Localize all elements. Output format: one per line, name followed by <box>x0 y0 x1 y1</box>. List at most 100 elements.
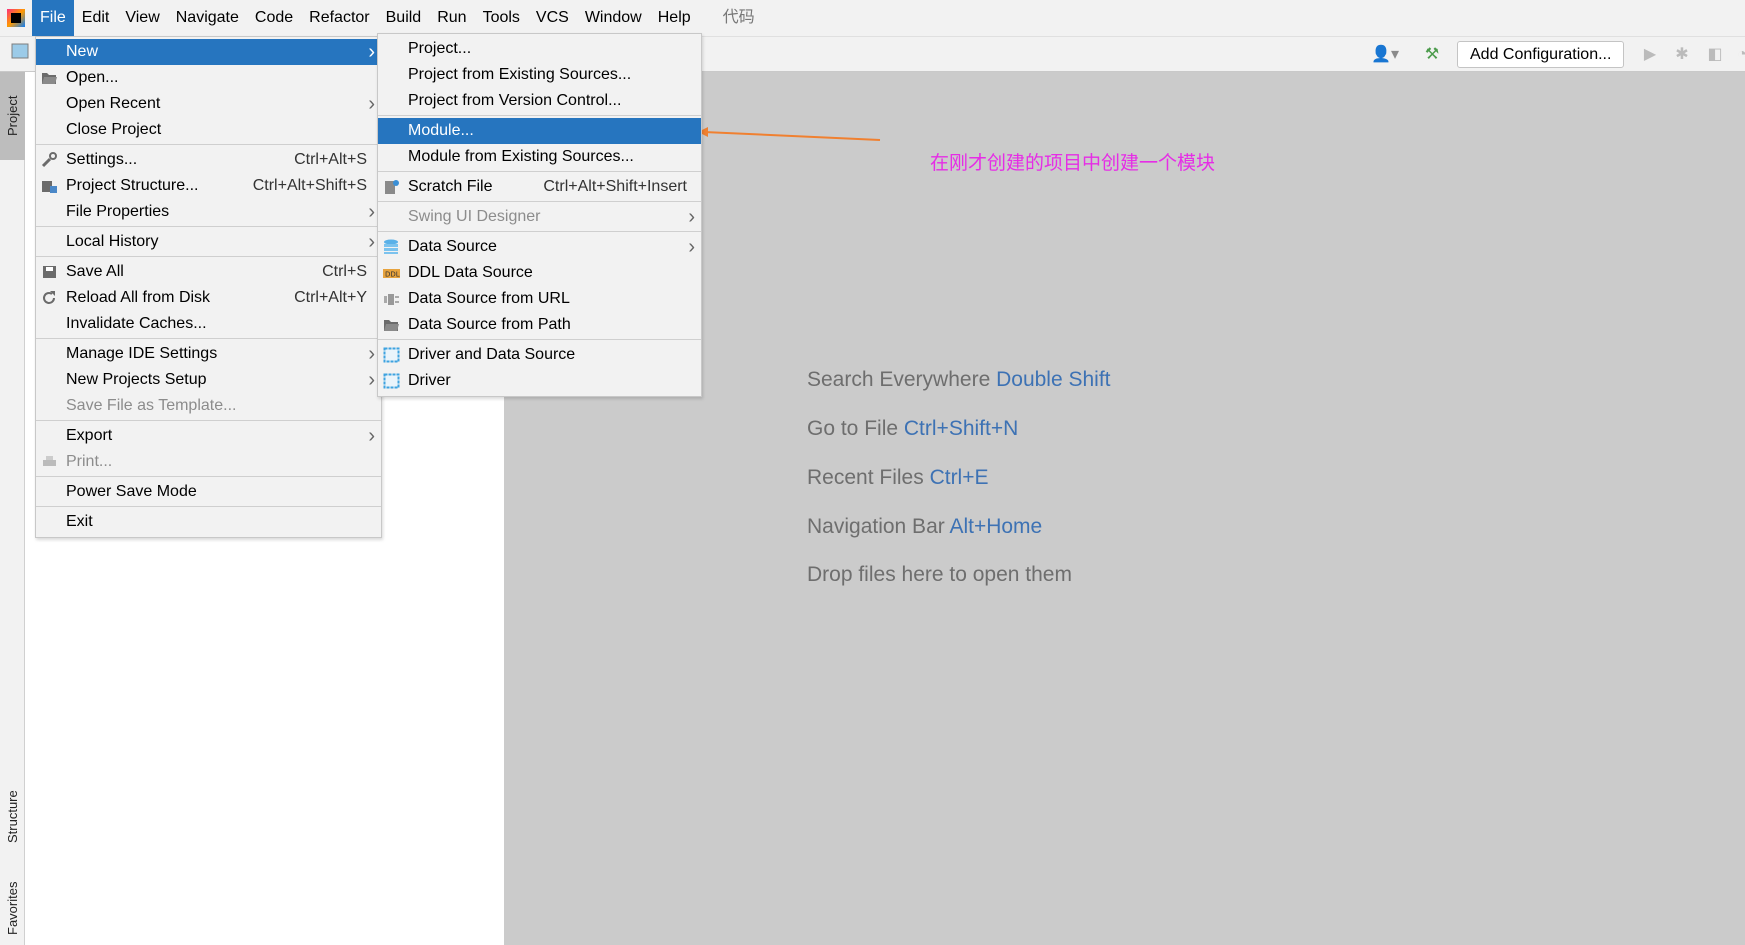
menu-item-label: Project from Version Control... <box>408 92 622 109</box>
chevron-right-icon: › <box>368 40 375 63</box>
menu-item-label: Swing UI Designer <box>408 208 541 225</box>
menu-item-ddl-data-source[interactable]: DDL DDL Data Source <box>378 260 701 286</box>
menu-item-file-properties[interactable]: File Properties › <box>36 199 381 225</box>
menu-item-open-recent[interactable]: Open Recent › <box>36 91 381 117</box>
menu-item-new-projects-setup[interactable]: New Projects Setup › <box>36 367 381 393</box>
menu-item-label: Project from Existing Sources... <box>408 66 632 83</box>
chevron-right-icon: › <box>368 200 375 223</box>
menu-item-print[interactable]: Print... <box>36 449 381 475</box>
tab-project[interactable]: Project <box>0 72 25 160</box>
menu-item-scratch-file[interactable]: Scratch File Ctrl+Alt+Shift+Insert <box>378 174 701 200</box>
menu-item-data-source-from-path[interactable]: Data Source from Path <box>378 312 701 338</box>
menu-item-driver[interactable]: Driver <box>378 368 701 394</box>
wrench-icon <box>41 152 58 168</box>
driver-icon <box>383 347 400 363</box>
menu-item-project-structure[interactable]: Project Structure... Ctrl+Alt+Shift+S <box>36 173 381 199</box>
scratch-file-icon <box>383 179 400 195</box>
hint-shortcut: Double Shift <box>996 368 1111 391</box>
menu-item-module[interactable]: Module... <box>378 118 701 144</box>
menu-build[interactable]: Build <box>378 0 430 36</box>
menu-item-label: Save File as Template... <box>66 397 237 414</box>
menu-item-label: Close Project <box>66 121 162 138</box>
menu-item-driver-and-data-source[interactable]: Driver and Data Source <box>378 342 701 368</box>
menu-item-save-all[interactable]: Save All Ctrl+S <box>36 259 381 285</box>
menu-item-manage-ide-settings[interactable]: Manage IDE Settings › <box>36 341 381 367</box>
menu-item-data-source[interactable]: Data Source › <box>378 234 701 260</box>
menu-item-label: Project Structure... <box>66 177 199 194</box>
shortcut-label: Ctrl+Alt+S <box>294 151 367 168</box>
menu-window[interactable]: Window <box>577 0 650 36</box>
user-account-icon[interactable]: 👤▾ <box>1368 45 1402 65</box>
editor-hint: Recent Files Ctrl+E <box>807 466 989 490</box>
menu-item-export[interactable]: Export › <box>36 423 381 449</box>
menu-item-label: New Projects Setup <box>66 371 207 388</box>
menu-code[interactable]: Code <box>247 0 301 36</box>
menu-item-project[interactable]: Project... <box>378 36 701 62</box>
run-icon[interactable]: ▶ <box>1640 45 1660 65</box>
menu-item-label: Data Source from URL <box>408 290 570 307</box>
menu-item-power-save-mode[interactable]: Power Save Mode <box>36 479 381 505</box>
tab-structure[interactable]: Structure <box>0 772 25 862</box>
coverage-icon[interactable]: ◧ <box>1705 45 1725 65</box>
menu-item-label: New <box>66 43 99 60</box>
menu-tools[interactable]: Tools <box>475 0 528 36</box>
build-hammer-icon[interactable]: ⚒ <box>1422 45 1442 65</box>
menu-item-label: Power Save Mode <box>66 483 197 500</box>
menu-item-open[interactable]: Open... <box>36 65 381 91</box>
menu-item-settings[interactable]: Settings... Ctrl+Alt+S <box>36 147 381 173</box>
menu-item-data-source-from-url[interactable]: Data Source from URL <box>378 286 701 312</box>
reload-icon <box>41 290 58 306</box>
menu-item-project-from-existing-sources[interactable]: Project from Existing Sources... <box>378 62 701 88</box>
menu-item-label: Open Recent <box>66 95 161 112</box>
chevron-right-icon: › <box>368 368 375 391</box>
ddl-icon: DDL <box>383 265 400 281</box>
editor-hint: Go to File Ctrl+Shift+N <box>807 417 1018 441</box>
annotation-text: 在刚才创建的项目中创建一个模块 <box>930 152 1216 174</box>
menu-item-exit[interactable]: Exit <box>36 509 381 535</box>
menu-item-new[interactable]: New › <box>36 39 381 65</box>
menu-help[interactable]: Help <box>650 0 699 36</box>
menu-item-local-history[interactable]: Local History › <box>36 229 381 255</box>
menu-run[interactable]: Run <box>429 0 474 36</box>
project-view-icon[interactable] <box>10 43 30 63</box>
menu-edit[interactable]: Edit <box>74 0 118 36</box>
folder-icon <box>383 317 400 333</box>
menu-item-label: Exit <box>66 513 93 530</box>
menu-item-module-from-existing-sources[interactable]: Module from Existing Sources... <box>378 144 701 170</box>
annotation-arrow <box>698 127 881 141</box>
add-configuration-button[interactable]: Add Configuration... <box>1457 41 1625 68</box>
menu-navigate[interactable]: Navigate <box>168 0 247 36</box>
url-icon <box>383 291 400 307</box>
menu-item-close-project[interactable]: Close Project <box>36 117 381 143</box>
menu-item-reload-all-from-disk[interactable]: Reload All from Disk Ctrl+Alt+Y <box>36 285 381 311</box>
left-tool-strip: Project Structure Favorites <box>0 72 25 945</box>
shortcut-label: Ctrl+Alt+Shift+S <box>252 177 367 194</box>
tab-favorites[interactable]: Favorites <box>0 872 25 945</box>
menu-file[interactable]: File <box>32 0 74 36</box>
shortcut-label: Ctrl+Alt+Shift+Insert <box>543 178 687 195</box>
hint-text: Search Everywhere <box>807 368 991 391</box>
menu-item-project-from-version-control[interactable]: Project from Version Control... <box>378 88 701 114</box>
menu-item-swing-ui-designer[interactable]: Swing UI Designer › <box>378 204 701 230</box>
menu-view[interactable]: View <box>117 0 167 36</box>
menu-item-label: Local History <box>66 233 159 250</box>
profile-icon[interactable]: ◔ <box>1732 45 1745 65</box>
menu-vcs[interactable]: VCS <box>528 0 577 36</box>
hint-shortcut: Alt+Home <box>949 515 1043 538</box>
menu-item-label: Driver <box>408 372 451 389</box>
chevron-right-icon: › <box>368 424 375 447</box>
menu-item-label: Export <box>66 427 113 444</box>
debug-icon[interactable]: ✱ <box>1672 45 1692 65</box>
menu-item-label: Invalidate Caches... <box>66 315 207 332</box>
project-structure-icon <box>41 178 58 194</box>
shortcut-label: Ctrl+S <box>322 263 367 280</box>
menu-item-invalidate-caches[interactable]: Invalidate Caches... <box>36 311 381 337</box>
menu-refactor[interactable]: Refactor <box>301 0 377 36</box>
print-icon <box>41 454 58 470</box>
menu-item-label: Project... <box>408 40 472 57</box>
menu-item-save-file-as-template[interactable]: Save File as Template... <box>36 393 381 419</box>
editor-hint: Search Everywhere Double Shift <box>807 368 1111 392</box>
chevron-right-icon: › <box>368 342 375 365</box>
svg-text:DDL: DDL <box>385 271 400 279</box>
menu-item-label: Module from Existing Sources... <box>408 148 634 165</box>
